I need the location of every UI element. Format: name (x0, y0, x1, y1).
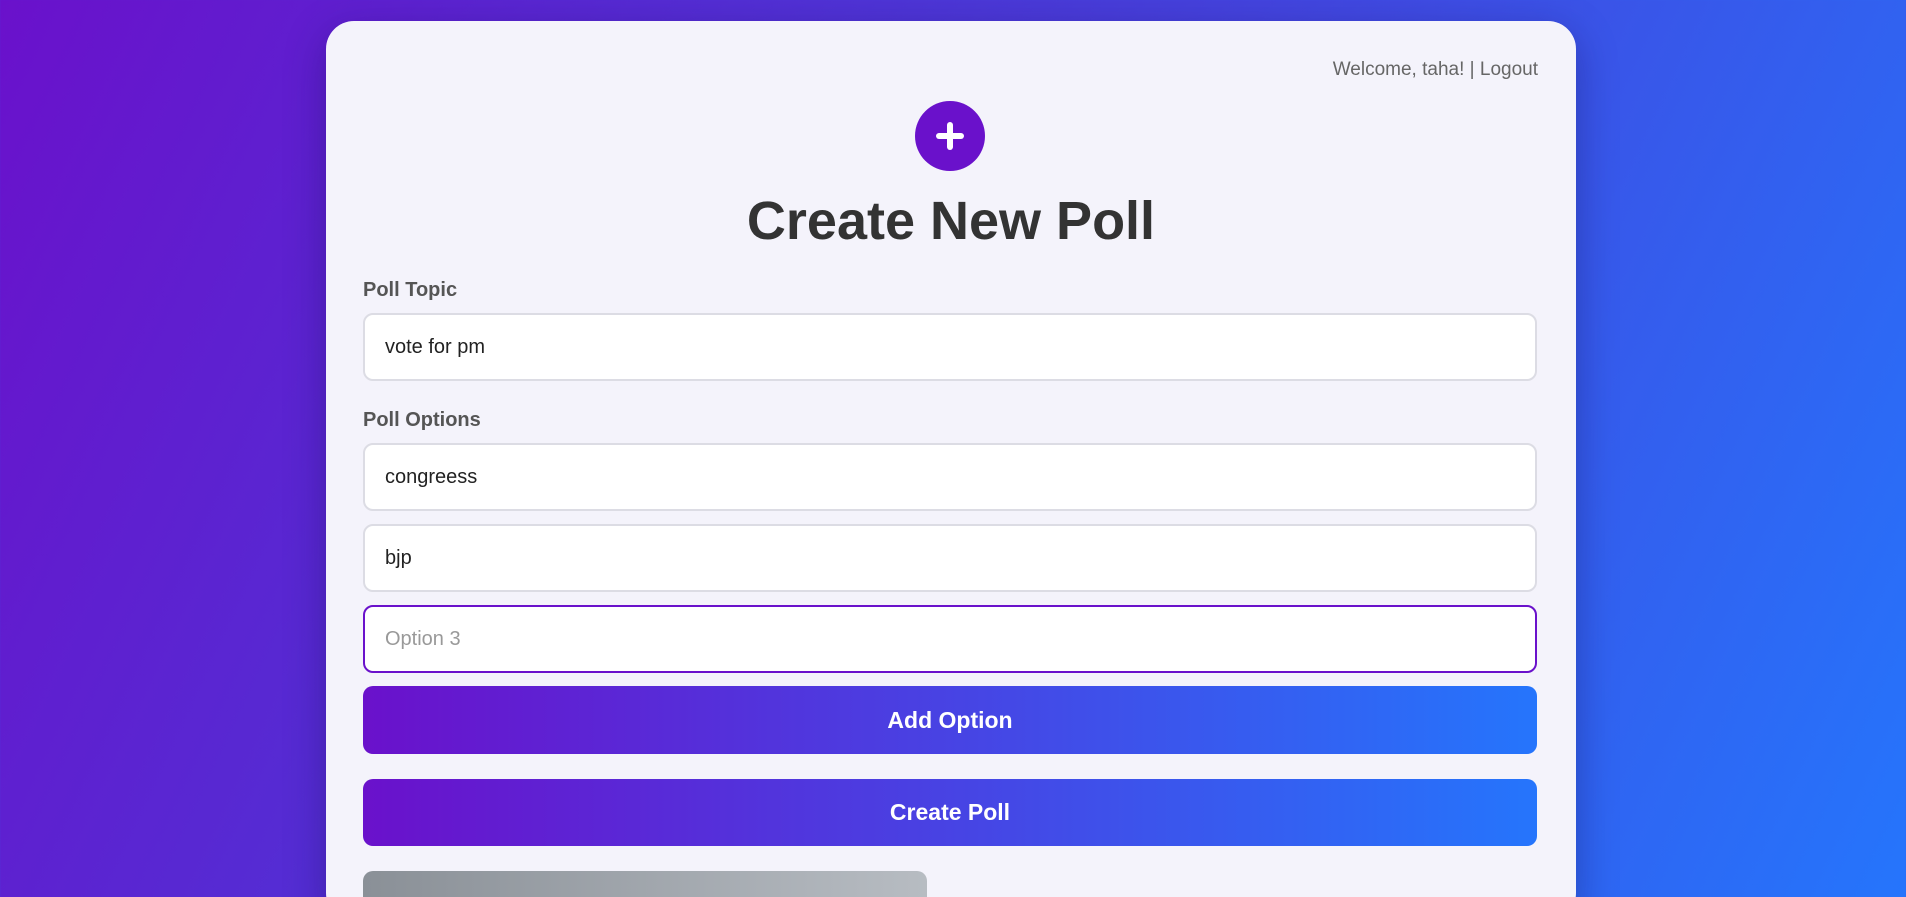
poll-option-input-3[interactable] (363, 605, 1537, 673)
poll-topic-input[interactable] (363, 313, 1537, 381)
welcome-text: Welcome, taha! (1332, 59, 1465, 80)
add-option-button[interactable]: Add Option (363, 686, 1537, 754)
separator: | (1469, 59, 1475, 80)
poll-option-input-1[interactable] (363, 443, 1537, 511)
logout-link[interactable]: Logout (1480, 59, 1538, 80)
plus-icon-glyph (936, 122, 964, 150)
create-poll-button[interactable]: Create Poll (363, 779, 1537, 846)
poll-option-input-2[interactable] (363, 524, 1537, 592)
poll-options-label: Poll Options (363, 409, 481, 431)
page-title: Create New Poll (746, 191, 1156, 251)
user-bar: Welcome, taha! | Logout (1333, 59, 1538, 81)
secondary-button[interactable] (363, 871, 927, 897)
create-poll-card: Welcome, taha! | Logout Create New Poll … (326, 21, 1576, 897)
poll-topic-label: Poll Topic (363, 279, 458, 301)
plus-icon (915, 101, 985, 171)
